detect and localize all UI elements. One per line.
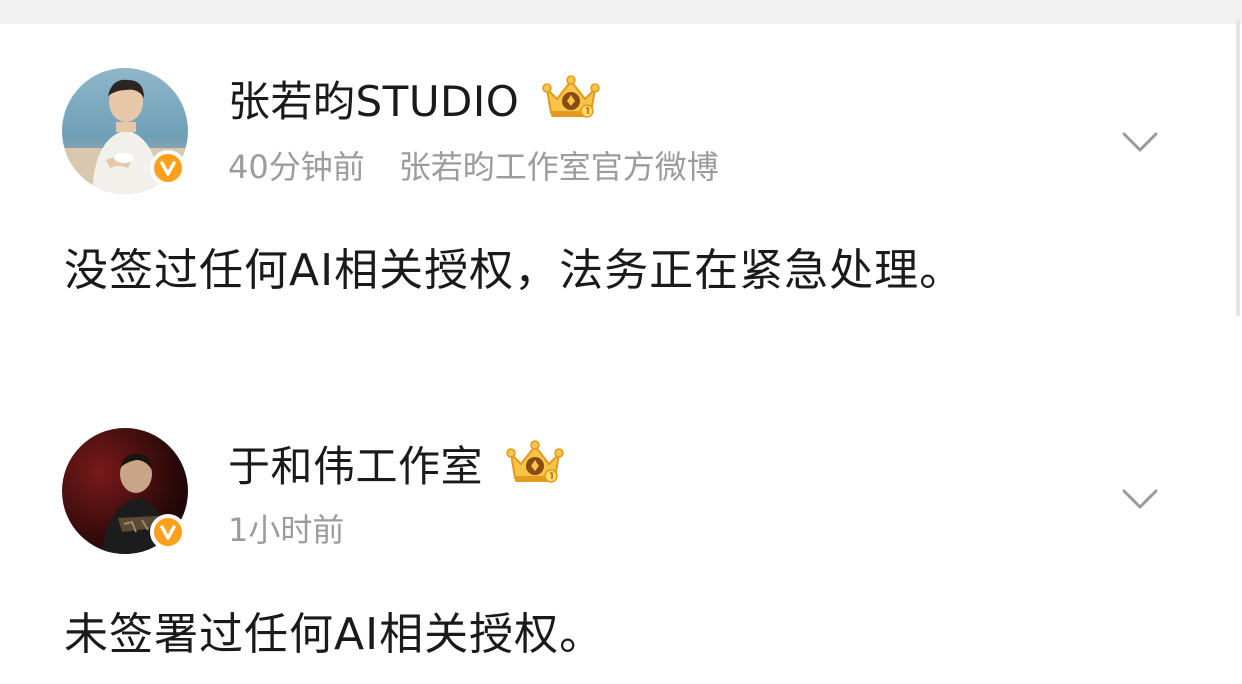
weibo-feed-screenshot: 张若昀STUDIO 40分钟前 张若昀工作室官方微博 没签过任何AI相关授权，法… [0,0,1242,684]
post-body-text: 未签署过任何AI相关授权。 [64,609,605,660]
post-meta: 40分钟前 张若昀工作室官方微博 [228,142,719,188]
post-author[interactable]: 于和伟工作室 [228,435,565,491]
post-source[interactable]: 张若昀工作室官方微博 [399,142,719,188]
feed-post[interactable]: 张若昀STUDIO 40分钟前 张若昀工作室官方微博 没签过任何AI相关授权，法… [0,30,1230,330]
post-author[interactable]: 张若昀STUDIO [228,70,601,126]
chevron-down-icon[interactable] [1118,120,1162,164]
post-body-text: 没签过任何AI相关授权，法务正在紧急处理。 [64,245,965,296]
top-divider [0,0,1242,24]
scrollbar[interactable] [1236,20,1240,316]
verified-v-icon [150,150,186,186]
chevron-down-icon[interactable] [1118,477,1162,521]
post-time[interactable]: 1小时前 [228,505,344,551]
post-time[interactable]: 40分钟前 [228,142,365,188]
author-name[interactable]: 张若昀STUDIO [228,68,519,129]
post-meta: 1小时前 [228,505,344,551]
crown-icon[interactable] [505,440,565,486]
feed-post[interactable]: 于和伟工作室 1小时前 未签署过任何AI相关授权。 [0,400,1230,684]
crown-icon[interactable] [541,75,601,121]
author-name[interactable]: 于和伟工作室 [228,433,483,494]
verified-v-icon [150,514,186,550]
